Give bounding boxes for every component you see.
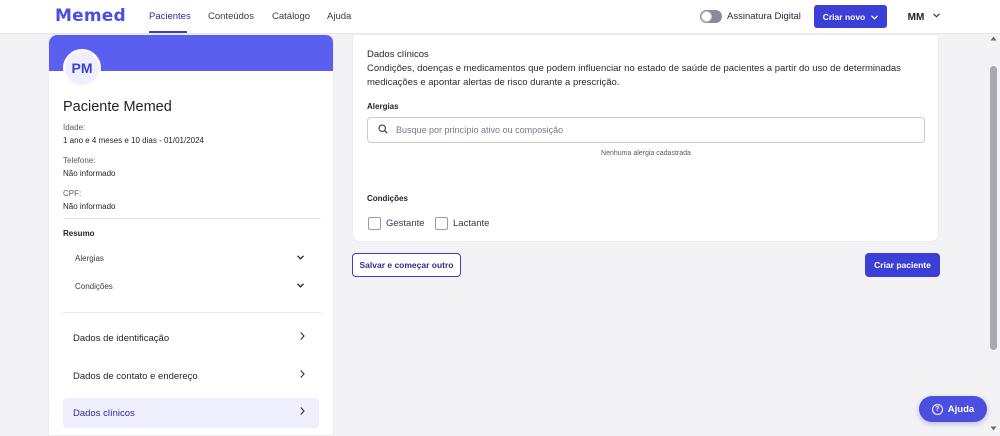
section-dados-clinicos[interactable]: Dados clínicos	[63, 398, 319, 428]
chevron-right-icon	[300, 332, 305, 343]
nav-tab-conteudos[interactable]: Conteúdos	[208, 11, 254, 22]
digital-signature-toggle[interactable]	[700, 10, 722, 23]
section-label: Dados clínicos	[73, 407, 135, 419]
question-mark-icon: ?	[931, 403, 943, 415]
save-and-new-button[interactable]: Salvar e começar outro	[352, 253, 461, 277]
checkbox-lactante-label[interactable]: Lactante	[453, 218, 489, 229]
conditions-label: Condições	[367, 194, 408, 203]
summary-title: Resumo	[63, 229, 95, 238]
nav-tab-catalogo[interactable]: Catálogo	[272, 11, 310, 22]
brand-logo[interactable]: Memed	[55, 6, 126, 26]
phone-label: Telefone:	[63, 156, 96, 165]
patient-name: Paciente Memed	[63, 99, 172, 115]
scroll-up-arrow-icon[interactable]	[990, 36, 997, 43]
cpf-label: CPF:	[63, 189, 82, 198]
phone-value: Não informado	[63, 169, 116, 178]
active-tab-indicator	[149, 31, 187, 33]
age-value: 1 ano e 4 meses e 10 dias - 01/01/2024	[63, 136, 204, 145]
chevron-right-icon	[300, 407, 305, 418]
toggle-knob	[701, 11, 712, 22]
allergy-search-input[interactable]	[396, 125, 896, 135]
checkbox-gestante-label[interactable]: Gestante	[386, 218, 425, 229]
nav-tab-pacientes[interactable]: Pacientes	[149, 11, 191, 22]
chevron-down-icon[interactable]	[297, 253, 304, 262]
scroll-down-arrow-icon[interactable]	[990, 426, 997, 433]
patient-summary-card: PM Paciente Memed Idade: 1 ano e 4 meses…	[48, 34, 334, 436]
summary-item-alergias[interactable]: Alergias	[75, 254, 104, 263]
digital-signature-label: Assinatura Digital	[727, 11, 801, 22]
scrollbar-thumb[interactable]	[990, 66, 997, 350]
chevron-down-icon[interactable]	[297, 281, 304, 290]
chevron-right-icon	[300, 370, 305, 381]
chevron-down-icon[interactable]	[933, 10, 940, 20]
clinical-title: Dados clínicos	[367, 49, 429, 60]
section-label: Dados de contato e endereço	[73, 370, 198, 382]
patient-avatar: PM	[63, 49, 101, 87]
user-avatar[interactable]: MM	[905, 6, 927, 28]
cpf-value: Não informado	[63, 202, 116, 211]
checkbox-gestante[interactable]	[368, 217, 381, 230]
section-dados-identificacao[interactable]: Dados de identificação	[63, 323, 319, 353]
create-new-label: Criar novo	[822, 11, 866, 22]
allergies-label: Alergias	[367, 102, 399, 111]
search-icon	[378, 121, 388, 139]
allergy-search-field[interactable]	[367, 117, 925, 143]
create-patient-button[interactable]: Criar paciente	[865, 253, 940, 277]
top-navbar: Memed Pacientes Conteúdos Catálogo Ajuda…	[0, 0, 1000, 34]
summary-item-condicoes[interactable]: Condições	[75, 282, 113, 291]
section-label: Dados de identificação	[73, 332, 170, 344]
section-dados-contato[interactable]: Dados de contato e endereço	[63, 361, 319, 391]
divider	[63, 312, 321, 313]
chevron-down-icon	[871, 12, 879, 22]
age-label: Idade:	[63, 123, 86, 132]
nav-tab-ajuda[interactable]: Ajuda	[327, 11, 351, 22]
help-label: Ajuda	[947, 403, 975, 415]
checkbox-lactante[interactable]	[435, 217, 448, 230]
clinical-description: Condições, doenças e medicamentos que po…	[367, 63, 901, 88]
clinical-data-card: Dados clínicos Condições, doenças e medi…	[352, 34, 939, 242]
divider	[63, 218, 321, 219]
help-button[interactable]: ? Ajuda	[919, 396, 987, 422]
allergies-empty-message: Nenhuma alergia cadastrada	[601, 150, 691, 157]
create-new-button[interactable]: Criar novo	[814, 5, 887, 28]
